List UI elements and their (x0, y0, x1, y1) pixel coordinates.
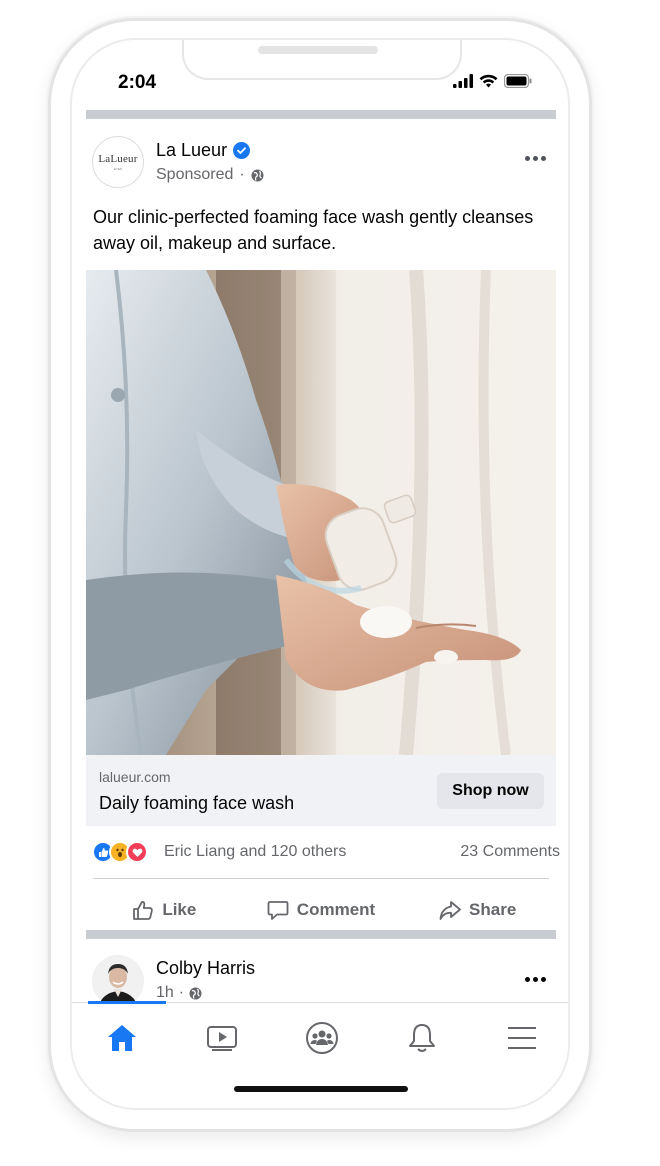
post-text: Our clinic-perfected foaming face wash g… (93, 207, 534, 253)
nav-watch[interactable] (172, 1003, 272, 1072)
status-time: 2:04 (118, 72, 157, 93)
wifi-icon (479, 74, 498, 88)
page-name-row[interactable]: La Lueur (156, 140, 251, 161)
globe-icon (251, 169, 264, 181)
comment-icon (267, 900, 289, 920)
author-name[interactable]: Colby Harris (156, 958, 255, 979)
share-button[interactable]: Share (399, 888, 556, 932)
ad-photo (86, 270, 556, 755)
link-title: Daily foaming face wash (99, 793, 295, 813)
actions-divider (93, 878, 549, 879)
comment-button[interactable]: Comment (243, 888, 400, 932)
feed-separator-2 (86, 930, 556, 939)
nav-groups[interactable] (272, 1003, 372, 1072)
sponsored-row: Sponsored · (156, 166, 264, 184)
battery-icon (504, 74, 532, 88)
post-meta: 1h · (156, 984, 202, 1002)
sponsored-label: Sponsored (156, 166, 234, 183)
author-avatar[interactable] (92, 955, 144, 1007)
ad-image[interactable] (86, 270, 556, 755)
menu-icon (508, 1026, 536, 1049)
post-time: 1h (156, 984, 174, 1001)
comments-count[interactable]: 23 Comments (460, 843, 560, 861)
love-reaction-icon (126, 841, 148, 863)
reactions[interactable] (92, 841, 148, 863)
bottom-nav (72, 1001, 568, 1072)
link-domain: lalueur.com (99, 769, 171, 785)
phone-screen: 2:04 LaLueur EYES La Lueur Sponsored · O… (70, 38, 570, 1110)
status-icons (453, 74, 532, 88)
like-button[interactable]: Like (86, 888, 243, 932)
nav-home[interactable] (72, 1003, 172, 1072)
globe-icon (189, 987, 202, 999)
home-icon (108, 1024, 136, 1051)
groups-icon (306, 1021, 338, 1054)
verified-icon (233, 142, 251, 159)
page-name[interactable]: La Lueur (156, 140, 227, 161)
home-indicator (234, 1086, 408, 1092)
bell-icon (409, 1023, 435, 1052)
share-label: Share (469, 900, 517, 919)
brand-logo-sub: EYES (113, 167, 122, 171)
more-icon[interactable] (525, 156, 546, 161)
phone-notch (182, 40, 462, 80)
signal-icon (453, 74, 473, 88)
comment-label: Comment (296, 900, 376, 919)
shop-now-button[interactable]: Shop now (437, 773, 544, 809)
more-icon[interactable] (525, 977, 546, 982)
dot-separator: · (239, 166, 245, 183)
brand-logo: LaLueur (98, 153, 138, 165)
phone-speaker (258, 46, 378, 54)
feed-separator (86, 110, 556, 119)
thumb-up-icon (133, 900, 154, 920)
page-avatar[interactable]: LaLueur EYES (92, 136, 144, 188)
dot-separator: · (178, 984, 185, 1001)
link-preview[interactable]: lalueur.com Daily foaming face wash Shop… (86, 755, 556, 826)
share-icon (439, 900, 461, 920)
nav-notifications[interactable] (372, 1003, 472, 1072)
like-label: Like (162, 900, 197, 919)
nav-menu[interactable] (472, 1003, 568, 1072)
author-photo (92, 955, 144, 1007)
post-actions: Like Comment Share (86, 888, 556, 932)
reactors-text[interactable]: Eric Liang and 120 others (164, 843, 346, 861)
watch-icon (207, 1025, 237, 1051)
